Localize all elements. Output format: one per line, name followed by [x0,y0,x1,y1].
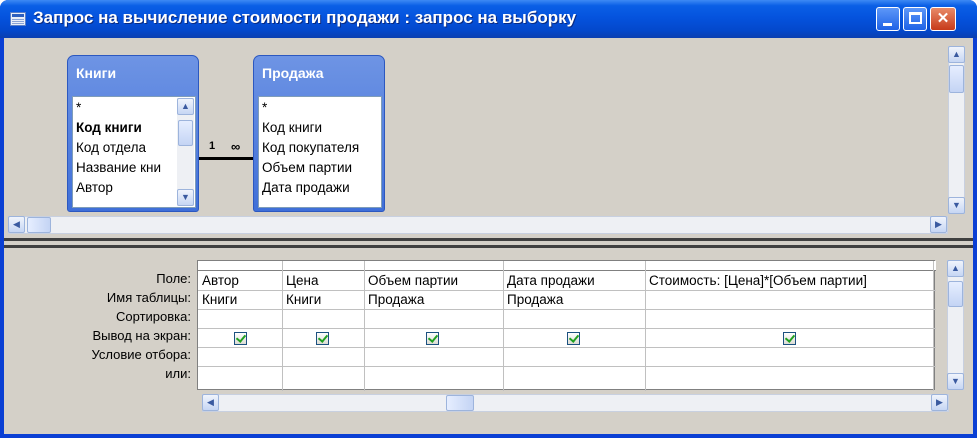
show-checkbox[interactable] [234,332,247,345]
query-icon[interactable] [10,12,26,26]
relationship-many-label: ∞ [231,139,241,154]
grid-line [364,261,365,391]
field-item[interactable]: Код книги [262,118,322,138]
title-bar[interactable]: Запрос на вычисление стоимости продажи :… [0,0,977,38]
grid-line [645,261,646,391]
field-cell[interactable]: Дата продажи [507,271,643,290]
scroll-thumb[interactable] [178,120,193,146]
design-grid[interactable]: Автор Книги Цена Книги Объем партии Прод… [197,260,936,391]
close-icon: ✕ [936,10,950,27]
table-name: Книги [76,65,117,81]
show-checkbox[interactable] [426,332,439,345]
relationship-one-label: 1 [209,140,216,152]
column-selectors[interactable] [198,261,936,271]
field-item[interactable]: Код покупателя [262,138,359,158]
row-label-show: Вывод на экран: [92,328,191,343]
field-cell[interactable]: Автор [202,271,280,290]
scroll-thumb[interactable] [27,217,51,233]
table-cell[interactable]: Продажа [507,290,643,309]
scroll-left-button[interactable]: ◀ [202,394,219,411]
show-checkbox[interactable] [316,332,329,345]
row-label-table: Имя таблицы: [106,290,191,305]
table-cell[interactable]: Продажа [368,290,501,309]
field-cell[interactable]: Объем партии [368,271,501,290]
tables-pane-hscroll[interactable]: ◀ ▶ [8,216,948,234]
scroll-up-button[interactable]: ▲ [948,46,965,63]
scroll-down-button[interactable]: ▼ [947,373,964,390]
window-title: Запрос на вычисление стоимости продажи :… [33,8,577,27]
field-cell[interactable]: Стоимость: [Цена]*[Объем партии] [649,271,931,290]
grid-line [198,366,936,367]
field-item[interactable]: Название кни [76,158,161,178]
grid-line [503,261,504,391]
minimize-icon [883,23,892,26]
grid-line [933,261,934,391]
field-list-box: * Код книги Код отдела Название кни Авто… [72,96,196,208]
scroll-thumb[interactable] [948,281,963,307]
table-field-list-prodazha[interactable]: Продажа * Код книги Код покупателя Объем… [253,55,385,212]
table-cell[interactable] [649,290,931,309]
grid-line [282,261,283,391]
scroll-up-button[interactable]: ▲ [947,260,964,277]
grid-line [198,309,936,310]
scroll-thumb[interactable] [949,65,964,93]
scroll-down-button[interactable]: ▼ [177,189,194,206]
close-button[interactable]: ✕ [930,7,956,31]
scroll-right-button[interactable]: ▶ [930,216,947,233]
scroll-down-button[interactable]: ▼ [948,197,965,214]
row-label-or: или: [165,366,191,381]
relationship-line[interactable] [199,157,254,160]
tables-pane[interactable]: Книги * Код книги Код отдела Название кн… [4,38,973,236]
pane-splitter[interactable] [4,238,973,248]
field-list-scrollbar[interactable]: ▲ ▼ [177,98,194,206]
tables-pane-vscroll[interactable]: ▲ ▼ [948,46,965,214]
show-checkbox[interactable] [783,332,796,345]
field-item[interactable]: Дата продажи [262,178,350,198]
query-design-client: Книги * Код книги Код отдела Название кн… [4,38,973,434]
field-item[interactable]: * [262,98,267,118]
field-item[interactable]: * [76,98,81,118]
grid-line [198,347,936,348]
grid-hscroll[interactable]: ◀ ▶ [202,394,949,412]
field-item[interactable]: Объем партии [262,158,352,178]
table-field-list-knigi[interactable]: Книги * Код книги Код отдела Название кн… [67,55,199,212]
scroll-up-button[interactable]: ▲ [177,98,194,115]
field-list-box: * Код книги Код покупателя Объем партии … [258,96,382,208]
show-checkbox[interactable] [567,332,580,345]
field-item[interactable]: Код отдела [76,138,146,158]
grid-line [198,328,936,329]
maximize-icon [909,12,922,24]
maximize-button[interactable] [903,7,927,31]
table-cell[interactable]: Книги [286,290,362,309]
field-item-key[interactable]: Код книги [76,118,142,138]
scroll-right-button[interactable]: ▶ [931,394,948,411]
minimize-button[interactable] [876,7,900,31]
scroll-thumb[interactable] [446,395,474,411]
query-design-window: Запрос на вычисление стоимости продажи :… [0,0,977,438]
table-cell[interactable]: Книги [202,290,280,309]
row-label-field: Поле: [156,271,191,286]
row-label-sort: Сортировка: [116,309,191,324]
scroll-left-button[interactable]: ◀ [8,216,25,233]
field-item[interactable]: Автор [76,178,113,198]
row-label-criteria: Условие отбора: [91,347,191,362]
table-name: Продажа [262,65,324,81]
grid-vscroll[interactable]: ▲ ▼ [947,260,964,390]
field-cell[interactable]: Цена [286,271,362,290]
